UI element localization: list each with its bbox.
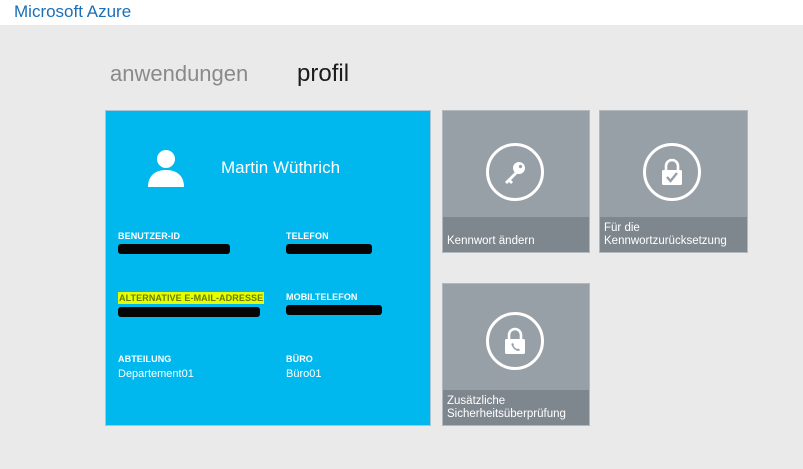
brand-logo-text[interactable]: Microsoft Azure	[14, 2, 131, 22]
user-id-label: BENUTZER-ID	[118, 231, 181, 241]
lock-check-icon	[643, 143, 701, 201]
mobile-label: MOBILTELEFON	[286, 292, 358, 302]
office-value: Büro01	[286, 368, 322, 380]
lock-phone-icon	[486, 312, 544, 370]
alt-email-label: ALTERNATIVE E-MAIL-ADRESSE	[118, 292, 265, 304]
person-icon	[148, 150, 184, 187]
department-field: ABTEILUNG Departement01	[118, 354, 194, 380]
key-icon	[486, 143, 544, 201]
change-password-label: Kennwort ändern	[447, 235, 535, 247]
user-display-name: Martin Wüthrich	[221, 158, 341, 177]
top-bar: Microsoft Azure	[0, 0, 803, 25]
phone-field: TELEFON	[286, 231, 372, 254]
change-password-label-bar: Kennwort ändern	[443, 217, 589, 252]
office-label: BÜRO	[286, 354, 313, 364]
password-reset-tile[interactable]: Für die Kennwortzurücksetzung	[599, 110, 748, 253]
additional-verification-label: Zusätzliche Sicherheitsüberprüfung	[447, 395, 566, 420]
alt-email-field: ALTERNATIVE E-MAIL-ADRESSE	[118, 292, 265, 317]
user-id-redacted-value	[118, 244, 230, 254]
alt-email-redacted-value	[118, 307, 260, 317]
mobile-redacted-value	[286, 305, 382, 315]
tab-profil[interactable]: profil	[297, 60, 349, 88]
department-label: ABTEILUNG	[118, 354, 172, 364]
phone-redacted-value	[286, 244, 372, 254]
department-value: Departement01	[118, 368, 194, 380]
additional-verification-label-bar: Zusätzliche Sicherheitsüberprüfung	[443, 390, 589, 425]
mobile-field: MOBILTELEFON	[286, 292, 382, 315]
additional-verification-tile[interactable]: Zusätzliche Sicherheitsüberprüfung	[442, 283, 590, 426]
user-id-field: BENUTZER-ID	[118, 231, 230, 254]
change-password-tile[interactable]: Kennwort ändern	[442, 110, 590, 253]
password-reset-label-bar: Für die Kennwortzurücksetzung	[600, 217, 747, 252]
office-field: BÜRO Büro01	[286, 354, 321, 380]
tab-anwendungen[interactable]: anwendungen	[110, 61, 248, 87]
phone-label: TELEFON	[286, 231, 329, 241]
password-reset-label: Für die Kennwortzurücksetzung	[604, 222, 727, 247]
profile-card: Martin Wüthrich BENUTZER-ID TELEFON ALTE…	[105, 110, 431, 426]
